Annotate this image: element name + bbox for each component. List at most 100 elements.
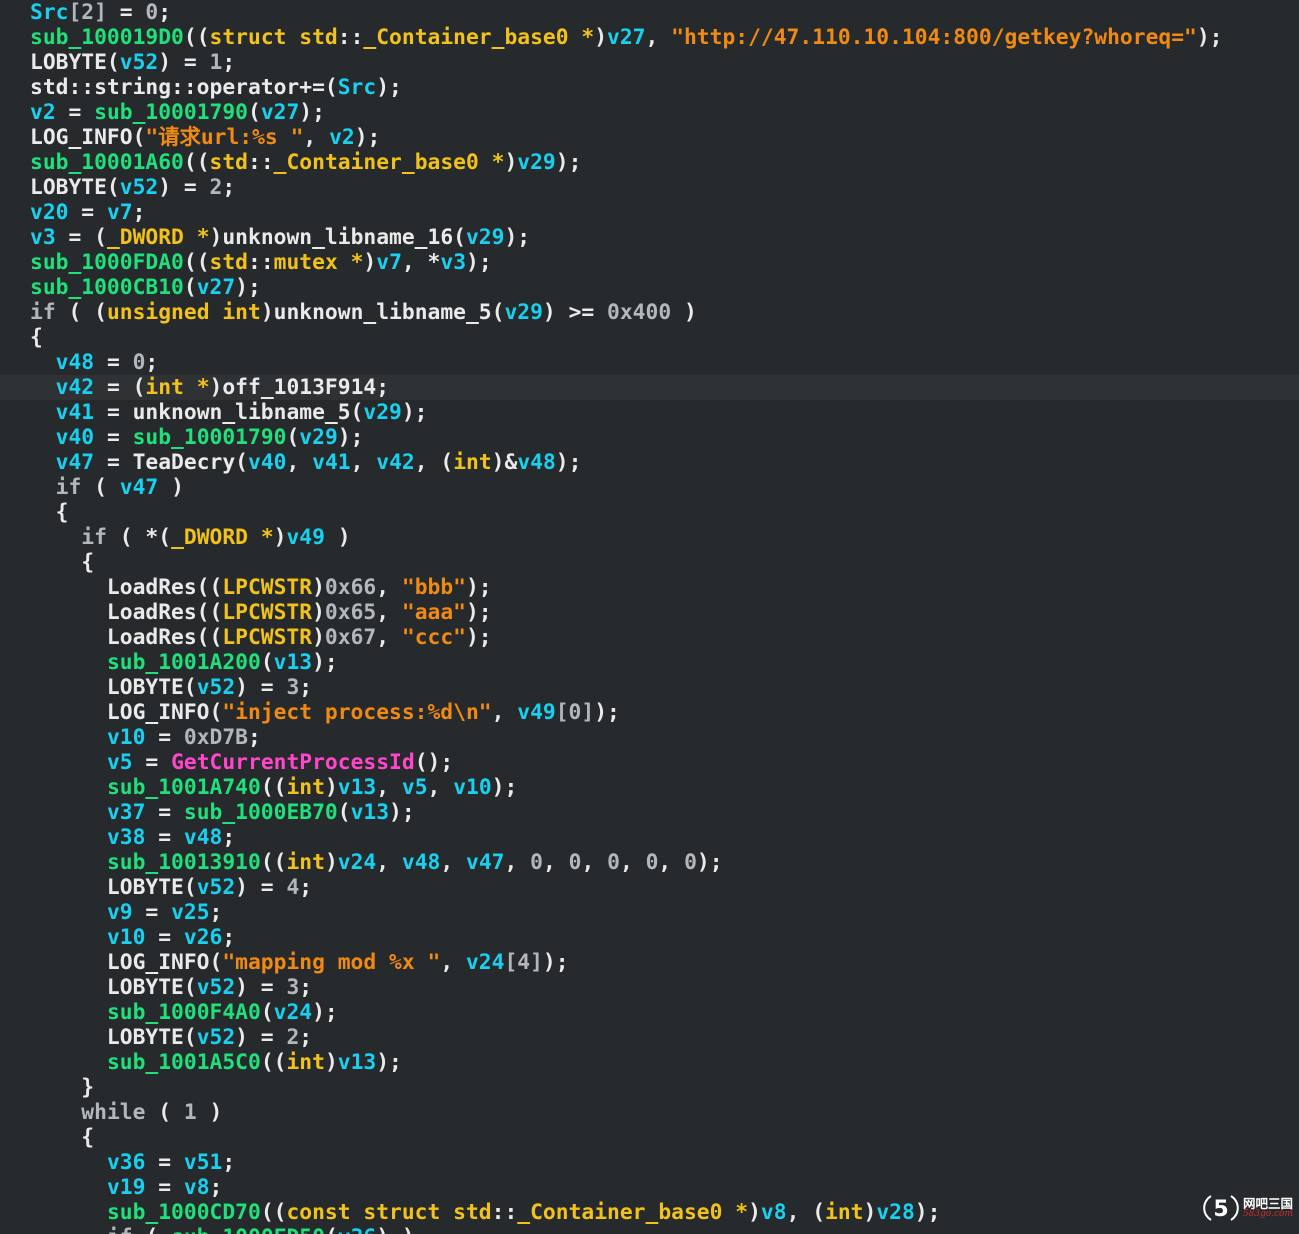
code-token: ): [312, 625, 325, 650]
code-token: sub_1001A200: [106, 650, 261, 675]
site-logo-icon: 5: [1203, 1195, 1239, 1222]
code-line[interactable]: v19 = v8;: [0, 1175, 1299, 1200]
code-token: ,: [504, 850, 531, 875]
code-line[interactable]: v10 = v26;: [0, 925, 1299, 950]
code-line[interactable]: LOBYTE(v52) = 3;: [0, 675, 1299, 700]
code-line[interactable]: {: [0, 1125, 1299, 1150]
code-token: mutex *: [273, 250, 364, 275]
code-line[interactable]: if ( (unsigned int)unknown_libname_5(v29…: [0, 300, 1299, 325]
code-line[interactable]: sub_10013910((int)v24, v48, v47, 0, 0, 0…: [0, 850, 1299, 875]
code-token: ;: [247, 725, 261, 750]
code-line[interactable]: while ( 1 ): [0, 1100, 1299, 1125]
code-line[interactable]: sub_1000CB10(v27);: [0, 275, 1299, 300]
code-line[interactable]: v42 = (int *)off_1013F914;: [0, 375, 1299, 400]
code-token: );: [235, 275, 261, 300]
code-line[interactable]: v37 = sub_1000EB70(v13);: [0, 800, 1299, 825]
code-line[interactable]: v38 = v48;: [0, 825, 1299, 850]
code-line[interactable]: v47 = TeaDecry(v40, v41, v42, (int)&v48)…: [0, 450, 1299, 475]
code-token: int: [286, 775, 325, 800]
code-token: v37: [106, 800, 146, 825]
code-token: sub_1000FD50: [171, 1225, 325, 1234]
code-token: sub_1000CB10: [30, 275, 184, 300]
code-token: );: [312, 650, 338, 675]
code-token: LOBYTE(: [30, 675, 197, 700]
code-token: ): [363, 250, 377, 275]
code-line[interactable]: v3 = (_DWORD *)unknown_libname_16(v29);: [0, 225, 1299, 250]
code-line[interactable]: sub_1001A740((int)v13, v5, v10);: [0, 775, 1299, 800]
code-token: );: [696, 850, 723, 875]
code-line[interactable]: LoadRes((LPCWSTR)0x67, "ccc");: [0, 625, 1299, 650]
code-line[interactable]: LOBYTE(v52) = 4;: [0, 875, 1299, 900]
code-token: "请求url:%s ": [145, 125, 304, 150]
code-line[interactable]: sub_100019D0((struct std::_Container_bas…: [0, 25, 1299, 50]
code-line[interactable]: {: [0, 325, 1299, 350]
code-token: );: [337, 425, 364, 450]
code-token: ;: [222, 925, 236, 950]
code-line[interactable]: LoadRes((LPCWSTR)0x65, "aaa");: [0, 600, 1299, 625]
code-token: ,: [376, 775, 402, 800]
code-token: int: [453, 450, 492, 475]
code-token: _DWORD *: [106, 225, 210, 250]
code-line[interactable]: sub_1000FDA0((std::mutex *)v7, *v3);: [0, 250, 1299, 275]
code-token: ;: [145, 350, 159, 375]
code-line[interactable]: sub_10001A60((std::_Container_base0 *)v2…: [0, 150, 1299, 175]
code-token: LoadRes((: [30, 575, 223, 600]
code-line[interactable]: v20 = v7;: [0, 200, 1299, 225]
code-line[interactable]: v2 = sub_10001790(v27);: [0, 100, 1299, 125]
code-line[interactable]: if ( sub_1000FD50(v36) ): [0, 1225, 1299, 1234]
code-token: v8: [760, 1200, 787, 1225]
code-line[interactable]: sub_1001A200(v13);: [0, 650, 1299, 675]
code-editor[interactable]: Src[2] = 0; sub_100019D0((struct std::_Co…: [0, 0, 1299, 1234]
code-line[interactable]: LOG_INFO("请求url:%s ", v2);: [0, 125, 1299, 150]
code-line[interactable]: {: [0, 550, 1299, 575]
code-token: (: [286, 425, 300, 450]
code-line[interactable]: v41 = unknown_libname_5(v29);: [0, 400, 1299, 425]
code-line[interactable]: LoadRes((LPCWSTR)0x66, "bbb");: [0, 575, 1299, 600]
code-token: (: [325, 1225, 338, 1234]
code-line[interactable]: v40 = sub_10001790(v29);: [0, 425, 1299, 450]
code-line[interactable]: if ( v47 ): [0, 475, 1299, 500]
code-line[interactable]: v36 = v51;: [0, 1150, 1299, 1175]
code-line[interactable]: if ( *(_DWORD *)v49 ): [0, 525, 1299, 550]
code-line[interactable]: v48 = 0;: [0, 350, 1299, 375]
code-line[interactable]: sub_1000F4A0(v24);: [0, 1000, 1299, 1025]
code-token: LPCWSTR: [222, 575, 313, 600]
code-line[interactable]: v10 = 0xD7B;: [0, 725, 1299, 750]
code-token: ): [196, 1100, 223, 1125]
code-line[interactable]: Src[2] = 0;: [0, 0, 1299, 25]
code-line[interactable]: LOG_INFO("inject process:%d\n", v49[0]);: [0, 700, 1299, 725]
code-line[interactable]: LOBYTE(v52) = 1;: [0, 50, 1299, 75]
code-line[interactable]: LOG_INFO("mapping mod %x ", v24[4]);: [0, 950, 1299, 975]
code-token: sub_10013910: [106, 850, 261, 875]
code-line[interactable]: LOBYTE(v52) = 3;: [0, 975, 1299, 1000]
code-line[interactable]: v9 = v25;: [0, 900, 1299, 925]
code-token: );: [299, 100, 325, 125]
code-token: sub_100019D0: [30, 25, 184, 50]
code-line[interactable]: sub_1001A5C0((int)v13);: [0, 1050, 1299, 1075]
code-token: , (: [414, 450, 454, 475]
code-token: ((: [260, 775, 287, 800]
code-token: v52: [196, 675, 236, 700]
code-token: sub_1000CD70: [106, 1200, 261, 1225]
code-token: ;: [299, 975, 313, 1000]
code-line[interactable]: std::string::operator+=(Src);: [0, 75, 1299, 100]
code-token: );: [389, 800, 415, 825]
code-token: "http://47.110.10.104:800/getkey?whoreq=…: [671, 25, 1197, 50]
code-line[interactable]: {: [0, 500, 1299, 525]
code-line[interactable]: LOBYTE(v52) = 2;: [0, 1025, 1299, 1050]
code-token: v7: [376, 250, 402, 275]
code-line[interactable]: v5 = GetCurrentProcessId();: [0, 750, 1299, 775]
code-token: 2: [286, 1025, 300, 1050]
code-token: 0: [684, 850, 697, 875]
code-line[interactable]: }: [0, 1075, 1299, 1100]
code-token: ;: [299, 875, 313, 900]
code-line[interactable]: sub_1000CD70((const struct std::_Contain…: [0, 1200, 1299, 1225]
code-token: int: [286, 850, 325, 875]
code-line[interactable]: LOBYTE(v52) = 2;: [0, 175, 1299, 200]
